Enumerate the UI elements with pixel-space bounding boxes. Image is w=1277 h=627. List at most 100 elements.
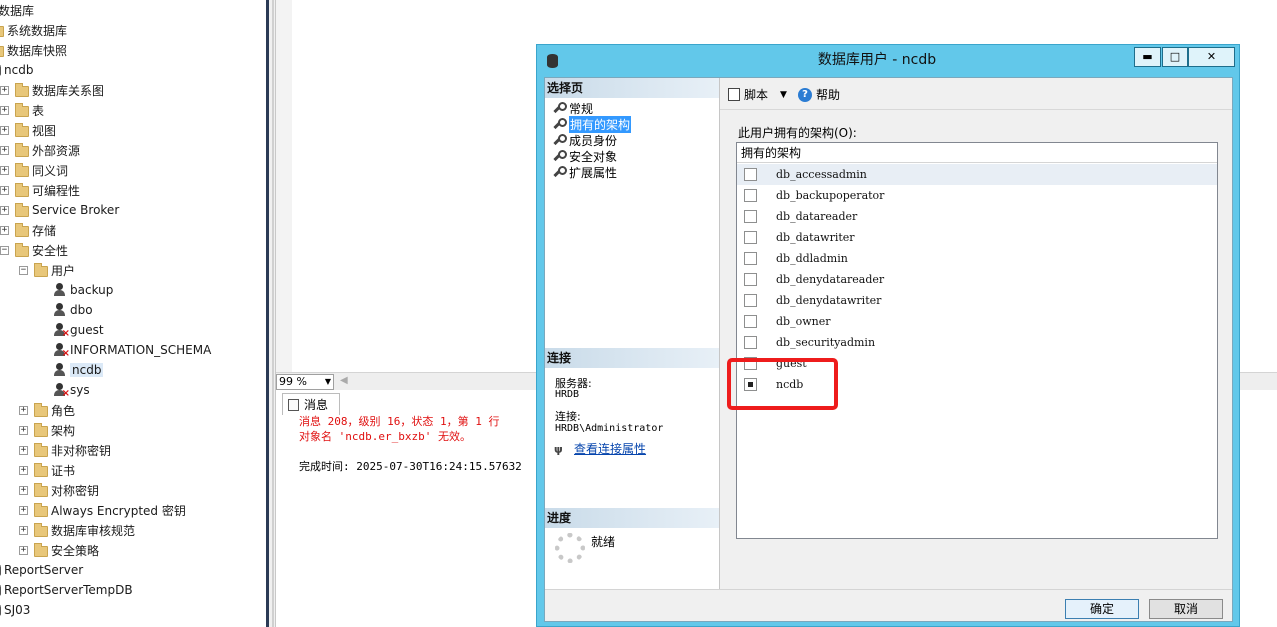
tree-node[interactable]: + 证书: [19, 460, 75, 480]
schema-checkbox[interactable]: [744, 273, 757, 286]
page-item[interactable]: 安全对象: [551, 148, 617, 164]
expand-icon[interactable]: +: [19, 485, 28, 495]
tree-node-label: 安全性: [32, 243, 69, 258]
collapse-icon[interactable]: −: [19, 265, 28, 275]
folder-icon: [34, 522, 48, 537]
expand-icon[interactable]: +: [19, 405, 28, 415]
script-button[interactable]: 脚本 ▼: [728, 86, 787, 103]
tab-messages[interactable]: 消息: [282, 393, 340, 415]
owned-schemas-grid[interactable]: 拥有的架构 db_accessadmin db_backupoperator db_…: [736, 142, 1218, 539]
dialog-titlebar[interactable]: 数据库用户 - ncdb ▬ □ ✕: [537, 45, 1239, 76]
schema-checkbox[interactable]: [744, 210, 757, 223]
minimize-button[interactable]: ▬: [1134, 47, 1161, 67]
schema-checkbox[interactable]: [744, 294, 757, 307]
schema-checkbox[interactable]: [744, 168, 757, 181]
scroll-left-icon[interactable]: ◀: [340, 375, 348, 386]
tree-node[interactable]: × guest: [38, 320, 104, 340]
tree-node[interactable]: + 存储: [0, 220, 56, 240]
ok-button[interactable]: 确定: [1065, 599, 1139, 619]
tree-node-label: 数据库: [0, 3, 35, 18]
schema-row[interactable]: db_accessadmin: [737, 164, 1217, 185]
schema-row[interactable]: db_denydatawriter: [737, 290, 1217, 311]
schema-row[interactable]: db_datareader: [737, 206, 1217, 227]
expand-icon[interactable]: +: [0, 145, 9, 155]
tree-node[interactable]: − 安全性: [0, 240, 68, 260]
help-button[interactable]: ? 帮助: [798, 86, 840, 103]
expand-icon[interactable]: +: [0, 185, 9, 195]
cancel-button[interactable]: 取消: [1149, 599, 1223, 619]
red-x-icon: ×: [61, 388, 70, 399]
schema-row[interactable]: db_securityadmin: [737, 332, 1217, 353]
tree-node[interactable]: + 表: [0, 100, 44, 120]
tree-node[interactable]: + 数据库审核规范: [19, 520, 135, 540]
schema-row[interactable]: db_datawriter: [737, 227, 1217, 248]
schema-row[interactable]: db_ddladmin: [737, 248, 1217, 269]
tree-node[interactable]: 系统数据库: [0, 20, 67, 40]
tree-node[interactable]: + 架构: [19, 420, 75, 440]
page-item[interactable]: 常规: [551, 100, 593, 116]
expand-icon[interactable]: +: [19, 465, 28, 475]
schema-checkbox[interactable]: [744, 357, 757, 370]
tree-node[interactable]: 数据库快照: [0, 40, 67, 60]
tree-node[interactable]: × INFORMATION_SCHEMA: [38, 340, 211, 360]
tree-node[interactable]: dbo: [38, 300, 93, 320]
panel-splitter[interactable]: [266, 0, 276, 627]
view-connection-properties-label: 查看连接属性: [574, 442, 647, 456]
tree-node[interactable]: + 同义词: [0, 160, 68, 180]
schema-checkbox[interactable]: [744, 252, 757, 265]
tree-node[interactable]: ReportServer: [0, 560, 83, 580]
tree-node[interactable]: backup: [38, 280, 113, 300]
page-item[interactable]: 拥有的架构: [551, 115, 632, 133]
close-button[interactable]: ✕: [1188, 47, 1235, 67]
expand-icon[interactable]: +: [19, 425, 28, 435]
tree-node[interactable]: + 视图: [0, 120, 56, 140]
chevron-down-icon[interactable]: ▼: [780, 90, 787, 100]
tree-node[interactable]: + 对称密钥: [19, 480, 99, 500]
zoom-select[interactable]: 99 % ▼: [276, 374, 334, 390]
plug-icon: ψ: [554, 442, 563, 456]
expand-icon[interactable]: +: [0, 85, 9, 95]
page-item[interactable]: 扩展属性: [551, 164, 617, 180]
tree-node[interactable]: 数据库: [0, 0, 34, 20]
view-connection-properties-link[interactable]: ψ 查看连接属性: [554, 440, 646, 457]
expand-icon[interactable]: +: [19, 545, 28, 555]
schema-checkbox[interactable]: [744, 336, 757, 349]
schema-row[interactable]: db_owner: [737, 311, 1217, 332]
page-item[interactable]: 成员身份: [551, 132, 617, 148]
expand-icon[interactable]: +: [0, 165, 9, 175]
schema-checkbox[interactable]: [744, 189, 757, 202]
tree-node[interactable]: + 安全策略: [19, 540, 99, 560]
schema-row[interactable]: guest: [737, 353, 1217, 374]
tree-node[interactable]: ncdb: [38, 360, 104, 380]
expand-icon[interactable]: +: [0, 205, 9, 215]
expand-icon[interactable]: +: [0, 125, 9, 135]
tree-node[interactable]: + Service Broker: [0, 200, 119, 220]
expand-icon[interactable]: +: [19, 445, 28, 455]
tree-node[interactable]: SJ03: [0, 600, 30, 620]
tree-node[interactable]: + 角色: [19, 400, 75, 420]
tree-node[interactable]: × sys: [38, 380, 90, 400]
tree-node[interactable]: ncdb: [0, 60, 33, 80]
expand-icon[interactable]: +: [0, 225, 9, 235]
collapse-icon[interactable]: −: [0, 245, 9, 255]
schema-row[interactable]: db_backupoperator: [737, 185, 1217, 206]
folder-icon: [15, 82, 29, 97]
script-icon: [728, 88, 740, 101]
maximize-button[interactable]: □: [1162, 47, 1188, 67]
expand-icon[interactable]: +: [0, 105, 9, 115]
schema-checkbox[interactable]: [744, 231, 757, 244]
object-explorer-tree[interactable]: 数据库 系统数据库 数据库快照 ncdb + 数据库关系图 + 表 + 视图 + 外部资源 + 同义词 + 可…: [0, 0, 266, 627]
tree-node[interactable]: + 数据库关系图: [0, 80, 104, 100]
expand-icon[interactable]: +: [19, 525, 28, 535]
tree-node[interactable]: + Always Encrypted 密钥: [19, 500, 186, 520]
tree-node[interactable]: − 用户: [19, 260, 75, 280]
schema-checkbox[interactable]: [744, 315, 757, 328]
tree-node[interactable]: ReportServerTempDB: [0, 580, 133, 600]
tree-node[interactable]: + 非对称密钥: [19, 440, 111, 460]
schema-row[interactable]: ncdb: [737, 374, 1217, 395]
tree-node[interactable]: + 外部资源: [0, 140, 80, 160]
schema-checkbox[interactable]: [744, 378, 757, 391]
expand-icon[interactable]: +: [19, 505, 28, 515]
tree-node[interactable]: + 可编程性: [0, 180, 80, 200]
schema-row[interactable]: db_denydatareader: [737, 269, 1217, 290]
